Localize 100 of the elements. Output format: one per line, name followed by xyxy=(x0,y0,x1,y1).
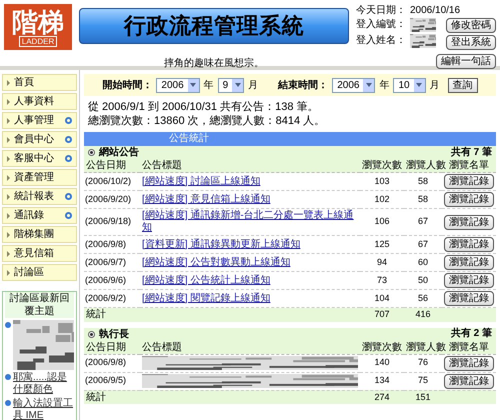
bullet-icon xyxy=(7,98,10,104)
date-cell: (2006/9/6) xyxy=(84,272,140,290)
start-label: 開始時間： xyxy=(102,78,152,92)
section-title: 執行長 xyxy=(99,328,129,342)
date-cell: (2006/9/18) xyxy=(84,208,140,236)
bullet-icon xyxy=(5,374,11,380)
people-cell: 67 xyxy=(404,236,442,254)
bullet-icon xyxy=(7,80,10,86)
total-label: 統計 xyxy=(84,390,140,404)
year-select[interactable]: 2006 xyxy=(332,78,376,92)
column-header: 瀏覽次數 xyxy=(360,340,404,354)
total-label: 統計 xyxy=(84,308,140,322)
date-cell: (2006/9/7) xyxy=(84,254,140,272)
section-icon xyxy=(88,149,95,156)
section-icon xyxy=(88,330,95,338)
forum-topic-link[interactable]: 耶寓.....認是什麼顏色 xyxy=(13,372,74,396)
sidebar-item[interactable]: 通訊錄 xyxy=(2,207,77,224)
column-header: 公告標題 xyxy=(140,159,360,172)
table-title-bar: 公告統計 xyxy=(84,132,496,146)
browse-record-button[interactable]: 瀏覽記錄 xyxy=(444,255,494,270)
announcement-link[interactable]: [網站速度] 公告統計上線通知 xyxy=(142,274,358,286)
column-header: 公告日期 xyxy=(84,340,140,354)
query-button[interactable]: 查詢 xyxy=(448,78,478,92)
sidebar-item[interactable]: 統計報表 xyxy=(2,188,77,205)
sidebar-item[interactable]: 會員中心 xyxy=(2,131,77,148)
date-cell: (2006/9/8) xyxy=(84,354,140,372)
date-cell: (2006/9/5) xyxy=(84,372,140,390)
sidebar-item[interactable]: 首頁 xyxy=(2,74,77,91)
submenu-icon xyxy=(65,155,72,162)
date-cell: (2006/9/2) xyxy=(84,290,140,308)
views-cell: 94 xyxy=(360,254,404,272)
people-cell: 58 xyxy=(404,190,442,208)
header-button[interactable]: 登出系統 xyxy=(446,35,496,50)
date-value: 2006/10/16 xyxy=(410,4,460,18)
month-select[interactable]: 10 xyxy=(393,78,426,92)
views-cell: 73 xyxy=(360,272,404,290)
bullet-icon xyxy=(7,270,10,276)
views-cell: 102 xyxy=(360,190,404,208)
logo: 階梯 LADDER xyxy=(4,4,72,50)
browse-record-button[interactable]: 瀏覽記錄 xyxy=(444,374,494,388)
announcement-link[interactable]: [資料更新] 通訊錄異動更新上線通知 xyxy=(142,238,358,250)
submenu-icon xyxy=(65,136,72,143)
column-header: 公告標題 xyxy=(140,340,360,354)
total-people: 151 xyxy=(404,390,442,404)
total-people: 416 xyxy=(404,308,442,322)
month-unit: 月 xyxy=(248,78,258,92)
sidebar-item[interactable]: 客服中心 xyxy=(2,150,77,167)
browse-record-button[interactable]: 瀏覽記錄 xyxy=(444,237,494,252)
header-button[interactable]: 修改密碼 xyxy=(446,18,496,33)
date-cell: (2006/9/20) xyxy=(84,190,140,208)
views-cell: 125 xyxy=(360,236,404,254)
bullet-icon xyxy=(5,322,11,328)
views-cell: 140 xyxy=(360,354,404,372)
sidebar-item[interactable]: 人事管理 xyxy=(2,112,77,129)
login-name-label: 登入姓名： xyxy=(356,34,406,48)
bullet-icon xyxy=(7,250,10,256)
views-cell: 104 xyxy=(360,290,404,308)
people-cell: 76 xyxy=(404,354,442,372)
announcement-link[interactable]: [網站速度] 公告對數異動上線通知 xyxy=(142,256,358,268)
announcement-link[interactable]: [網站速度] 閱覽記錄上線通知 xyxy=(142,292,358,304)
announcement-link[interactable]: [網站速度] 討論區上線通知 xyxy=(142,176,358,188)
browse-record-button[interactable]: 瀏覽記錄 xyxy=(444,273,494,288)
sidebar-item[interactable]: 資產管理 xyxy=(2,169,77,186)
edit-motto-button[interactable]: 編輯一句話 xyxy=(436,54,496,69)
year-select[interactable]: 2006 xyxy=(156,78,200,92)
sidebar-item[interactable]: 人事資料 xyxy=(2,93,77,110)
browse-record-button[interactable]: 瀏覽記錄 xyxy=(444,174,494,189)
bullet-icon xyxy=(7,136,10,142)
date-cell: (2006/9/8) xyxy=(84,236,140,254)
browse-record-button[interactable]: 瀏覽記錄 xyxy=(444,291,494,306)
column-header: 公告日期 xyxy=(84,159,140,172)
date-label: 今天日期： xyxy=(356,4,406,18)
sidebar-item[interactable]: 意見信箱 xyxy=(2,245,77,262)
people-cell: 50 xyxy=(404,272,442,290)
bullet-icon xyxy=(7,194,10,200)
login-id-label: 登入編號： xyxy=(356,18,406,32)
bullet-icon xyxy=(7,232,10,238)
bullet-icon xyxy=(5,400,11,406)
browse-record-button[interactable]: 瀏覽記錄 xyxy=(444,214,494,230)
month-select[interactable]: 9 xyxy=(218,78,244,92)
announcement-link[interactable]: [網站速度] 通訊錄新增-台北二分處一覽表上線通知 xyxy=(142,210,358,234)
section-title: 網站公告 xyxy=(99,146,139,160)
year-unit: 年 xyxy=(379,78,390,92)
browse-record-button[interactable]: 瀏覽記錄 xyxy=(444,356,494,370)
forum-box-title: 討論區最新回覆主題 xyxy=(5,292,74,318)
sidebar-item[interactable]: 階梯集團 xyxy=(2,226,77,243)
announcement-link[interactable]: [網站速度] 意見信箱上線通知 xyxy=(142,194,358,206)
total-views: 274 xyxy=(360,390,404,404)
bullet-icon xyxy=(7,212,10,218)
section-count: 共有 2 筆 xyxy=(450,328,492,340)
end-label: 結束時間： xyxy=(278,78,328,92)
column-header: 瀏覽次數 xyxy=(360,159,404,172)
submenu-icon xyxy=(65,193,72,200)
browse-record-button[interactable]: 瀏覽記錄 xyxy=(444,192,494,207)
motto-text: 摔角的趣味在風想宗。 xyxy=(164,56,264,71)
people-cell: 67 xyxy=(404,208,442,236)
banner-title: 行政流程管理系統 xyxy=(79,8,349,44)
sidebar-item[interactable]: 討論區 xyxy=(2,264,77,281)
views-cell: 106 xyxy=(360,208,404,236)
forum-topic-link[interactable]: 輸入法設置工具 IME xyxy=(13,398,74,420)
